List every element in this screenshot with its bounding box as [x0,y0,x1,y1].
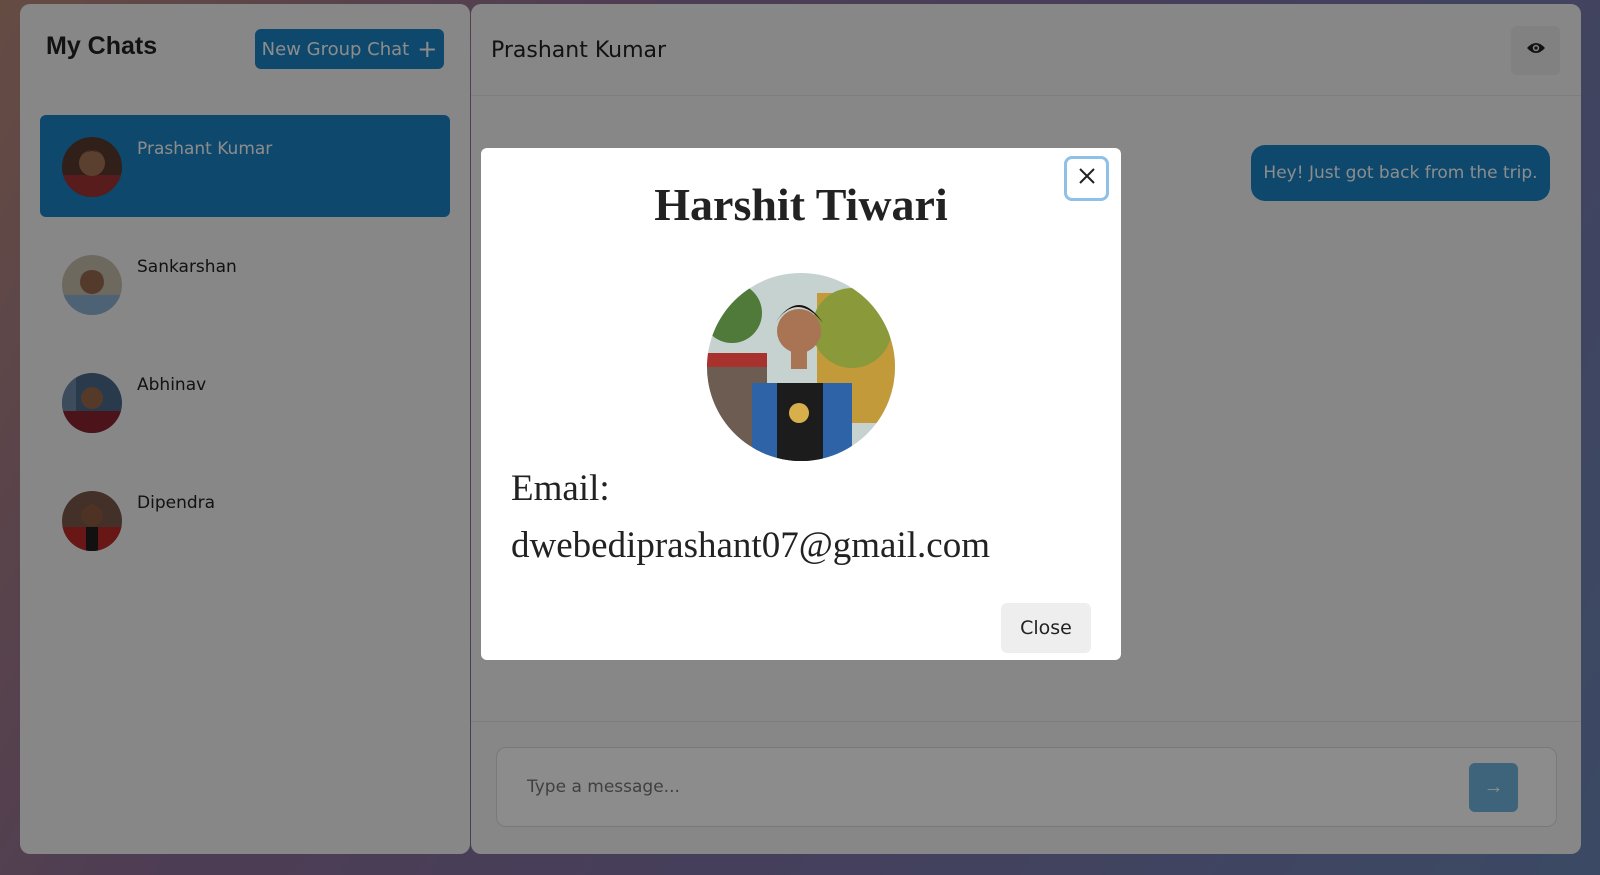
modal-title: Harshit Tiwari [654,179,948,230]
modal-close-button[interactable] [1064,156,1109,201]
email-value: dwebediprashant07@gmail.com [511,525,990,566]
close-button[interactable]: Close [1001,603,1091,653]
profile-modal: Harshit Tiwari Email: dwebediprashant07@… [481,148,1121,660]
profile-avatar [707,273,895,461]
email-label: Email: [511,468,610,509]
profile-email: Email: dwebediprashant07@gmail.com [511,460,1111,574]
close-icon [1078,167,1096,190]
